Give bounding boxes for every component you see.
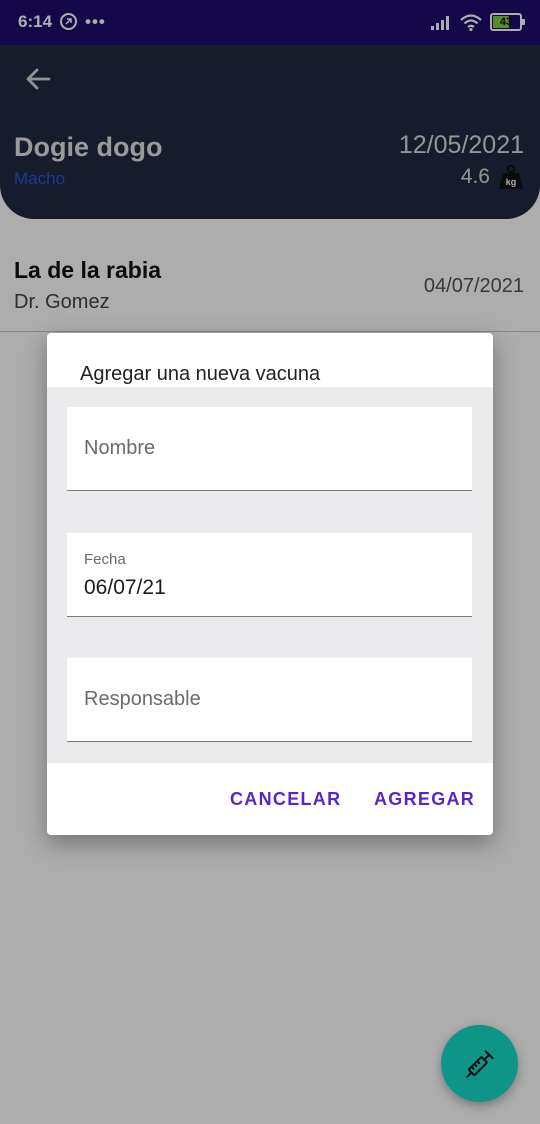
fecha-value: 06/07/21 [84,576,166,599]
syringe-icon [465,1049,494,1078]
dialog-title: Agregar una nueva vacuna [80,363,321,385]
fecha-field[interactable]: Fecha 06/07/21 [67,533,472,617]
dialog-body: Nombre Fecha 06/07/21 Responsable [47,387,493,763]
responsable-field[interactable]: Responsable [67,658,472,742]
nombre-placeholder: Nombre [84,437,156,459]
fecha-label: Fecha [84,551,126,568]
responsable-placeholder: Responsable [84,688,201,710]
cancel-button[interactable]: CANCELAR [230,789,341,810]
add-vaccine-fab[interactable] [441,1025,518,1102]
add-vaccine-dialog: Agregar una nueva vacuna Nombre Fecha 06… [47,333,493,835]
nombre-field[interactable]: Nombre [67,407,472,491]
add-button[interactable]: AGREGAR [374,789,475,810]
